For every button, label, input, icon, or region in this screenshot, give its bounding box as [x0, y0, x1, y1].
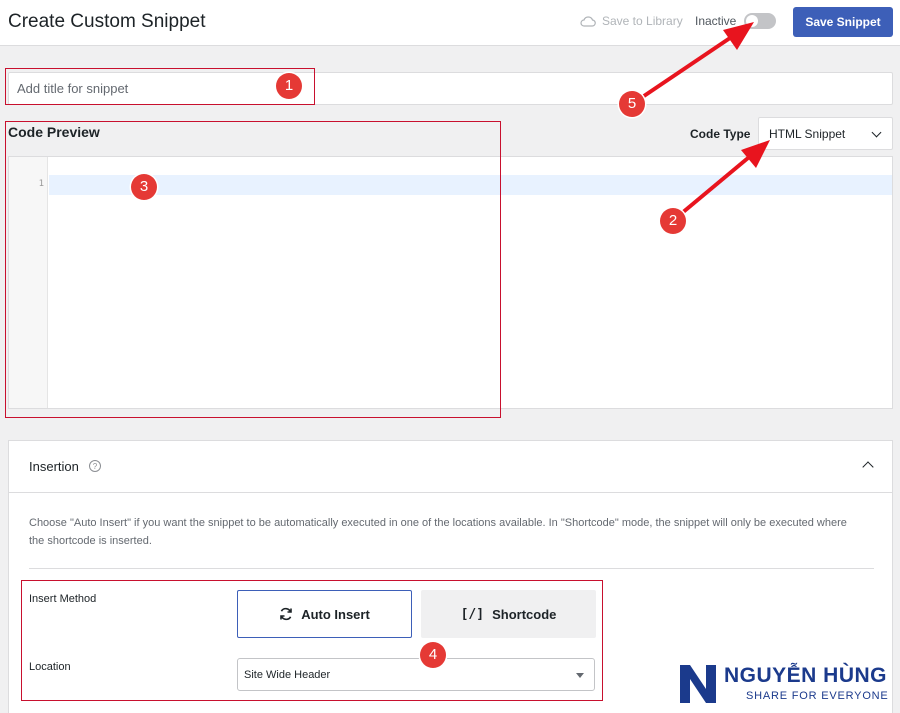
active-line[interactable]: [49, 175, 892, 195]
help-icon[interactable]: ?: [89, 460, 101, 472]
top-bar: Create Custom Snippet Save to Library In…: [0, 0, 900, 46]
code-type-select[interactable]: HTML Snippet: [758, 117, 893, 150]
caret-down-icon: [576, 673, 584, 678]
annotation-badge-2: 2: [660, 208, 686, 234]
code-type-label: Code Type: [690, 127, 751, 141]
refresh-icon: [280, 607, 292, 621]
chevron-up-icon[interactable]: [862, 461, 874, 473]
save-snippet-button[interactable]: Save Snippet: [793, 7, 893, 37]
active-toggle[interactable]: [744, 13, 776, 29]
line-number: 1: [38, 179, 44, 189]
insertion-panel-header[interactable]: Insertion ?: [9, 441, 892, 493]
location-label: Location: [29, 661, 71, 673]
location-select[interactable]: Site Wide Header: [237, 658, 595, 691]
insertion-title: Insertion: [29, 459, 79, 474]
annotation-badge-3: 3: [131, 174, 157, 200]
annotation-badge-4: 4: [420, 642, 446, 668]
watermark: NGUYỄN HÙNG SHARE FOR EVERYONE: [678, 662, 898, 708]
annotation-badge-5: 5: [619, 91, 645, 117]
divider: [29, 568, 874, 569]
editor-gutter: 1: [9, 157, 48, 408]
snippet-title-input[interactable]: [8, 72, 893, 105]
insertion-description: Choose "Auto Insert" if you want the sni…: [29, 517, 847, 547]
save-to-library-button[interactable]: Save to Library: [580, 14, 683, 28]
insert-method-label: Insert Method: [29, 593, 97, 605]
status-label: Inactive: [695, 14, 737, 28]
auto-insert-button[interactable]: Auto Insert: [237, 590, 412, 638]
shortcode-label: Shortcode: [492, 606, 557, 622]
watermark-name: NGUYỄN HÙNG: [724, 664, 888, 687]
shortcode-icon: [/]: [460, 606, 485, 622]
annotation-badge-1: 1: [276, 73, 302, 99]
nguyen-hung-logo-icon: [680, 665, 716, 703]
watermark-tagline: SHARE FOR EVERYONE: [746, 690, 889, 702]
chevron-down-icon: [871, 127, 882, 138]
code-type-value: HTML Snippet: [769, 127, 846, 141]
save-to-library-label: Save to Library: [602, 14, 683, 28]
cloud-icon: [580, 16, 596, 27]
auto-insert-label: Auto Insert: [301, 606, 370, 622]
page-title: Create Custom Snippet: [8, 11, 206, 32]
location-value: Site Wide Header: [244, 669, 331, 681]
code-preview-heading: Code Preview: [8, 124, 100, 140]
shortcode-button[interactable]: [/] Shortcode: [421, 590, 596, 638]
toggle-knob: [746, 15, 758, 27]
